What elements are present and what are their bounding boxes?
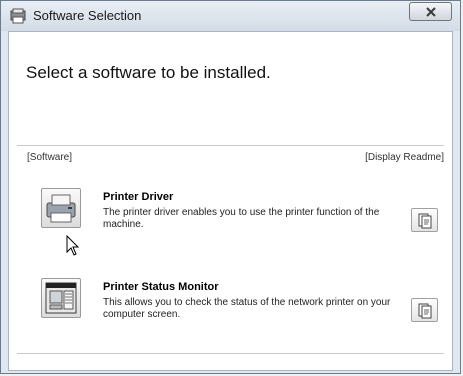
title-bar[interactable]: Software Selection: [1, 1, 460, 31]
printer-status-monitor-title: Printer Status Monitor: [103, 281, 219, 293]
close-icon: [426, 7, 436, 17]
client-area: Select a software to be installed. [Soft…: [8, 31, 453, 371]
printer-status-monitor-readme-button[interactable]: [411, 298, 438, 322]
window-title: Software Selection: [33, 8, 142, 23]
readme-document-icon: [418, 303, 432, 319]
printer-driver-readme-button[interactable]: [411, 208, 438, 232]
printer-driver-button[interactable]: [41, 188, 81, 228]
software-section-label: [Software]: [27, 152, 73, 163]
divider-top: [17, 145, 444, 146]
display-readme-label: [Display Readme]: [365, 152, 444, 163]
printer-driver-title: Printer Driver: [103, 191, 174, 203]
app-icon: [10, 8, 26, 24]
status-monitor-icon: [45, 282, 77, 314]
printer-status-monitor-description: This allows you to check the status of t…: [103, 297, 391, 320]
readme-document-icon: [418, 213, 432, 229]
printer-status-monitor-button[interactable]: [41, 278, 81, 318]
divider-bottom: [17, 353, 444, 354]
printer-icon: [46, 194, 76, 223]
close-button[interactable]: [409, 2, 452, 21]
software-selection-window: Software Selection Select a software to …: [0, 0, 461, 374]
printer-driver-description: The printer driver enables you to use th…: [103, 207, 380, 230]
page-heading: Select a software to be installed.: [26, 63, 271, 82]
mouse-cursor-icon: [66, 235, 80, 256]
